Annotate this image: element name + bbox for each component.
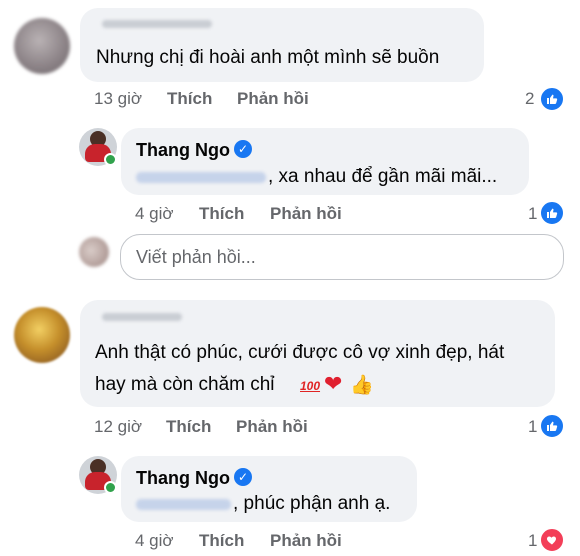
reply-input[interactable]: Viết phản hồi... — [120, 234, 564, 280]
reaction-count[interactable]: 2 — [525, 89, 534, 109]
reply-bubble: Thang Ngo ✓ , phúc phận anh ạ. — [121, 456, 417, 522]
comment-text-line1: Anh thật có phúc, cưới được cô vợ xinh đ… — [95, 342, 505, 363]
blurred-mention[interactable] — [136, 172, 266, 183]
commenter-avatar[interactable] — [14, 18, 70, 74]
blurred-author-name — [102, 20, 212, 28]
comment-time[interactable]: 13 giờ — [94, 89, 142, 109]
hundred-points-emoji-icon: 100 — [300, 379, 321, 393]
reply-bubble: Thang Ngo ✓ , xa nhau để gần mãi mãi... — [121, 128, 529, 195]
comment-bubble: Nhưng chị đi hoài anh một mình sẽ buồn — [80, 8, 484, 82]
reaction-count[interactable]: 1 — [528, 417, 537, 437]
blurred-mention[interactable] — [136, 499, 231, 510]
current-user-avatar — [79, 237, 109, 267]
red-heart-emoji-icon: ❤ — [324, 371, 343, 396]
thumbs-up-icon[interactable] — [539, 413, 565, 439]
reaction-count[interactable]: 1 — [528, 531, 537, 551]
reply-author[interactable]: Thang Ngo — [136, 140, 230, 161]
reply-author[interactable]: Thang Ngo — [136, 468, 230, 489]
online-status-dot — [104, 153, 117, 166]
reply-input-placeholder: Viết phản hồi... — [136, 247, 256, 267]
reply-time[interactable]: 4 giờ — [135, 531, 174, 551]
like-button[interactable]: Thích — [199, 204, 244, 224]
online-status-dot — [104, 481, 117, 494]
thumbs-up-icon[interactable] — [539, 200, 565, 226]
reaction-count[interactable]: 1 — [528, 204, 537, 224]
verified-check-icon: ✓ — [234, 468, 252, 486]
reply-text: , xa nhau để gần mãi mãi... — [268, 166, 498, 187]
blurred-author-name — [102, 313, 182, 321]
reply-button[interactable]: Phản hồi — [236, 417, 308, 437]
reply-time[interactable]: 4 giờ — [135, 204, 174, 224]
commenter-avatar[interactable] — [14, 307, 70, 363]
reply-button[interactable]: Phản hồi — [270, 204, 342, 224]
like-button[interactable]: Thích — [166, 417, 211, 437]
reply-text: , phúc phận anh ạ. — [233, 493, 391, 514]
like-button[interactable]: Thích — [199, 531, 244, 551]
thumbs-up-emoji-icon: 👍 — [350, 375, 374, 396]
comment-text-line2: hay mà còn chăm chỉ — [95, 374, 275, 395]
comment-bubble: Anh thật có phúc, cưới được cô vợ xinh đ… — [80, 300, 555, 407]
comment-text: Nhưng chị đi hoài anh một mình sẽ buồn — [96, 47, 440, 68]
comment-time[interactable]: 12 giờ — [94, 417, 142, 437]
verified-check-icon: ✓ — [234, 140, 252, 158]
heart-icon[interactable] — [539, 527, 565, 553]
like-button[interactable]: Thích — [167, 89, 212, 109]
thumbs-up-icon[interactable] — [539, 86, 565, 112]
reply-button[interactable]: Phản hồi — [270, 531, 342, 551]
reply-button[interactable]: Phản hồi — [237, 89, 309, 109]
